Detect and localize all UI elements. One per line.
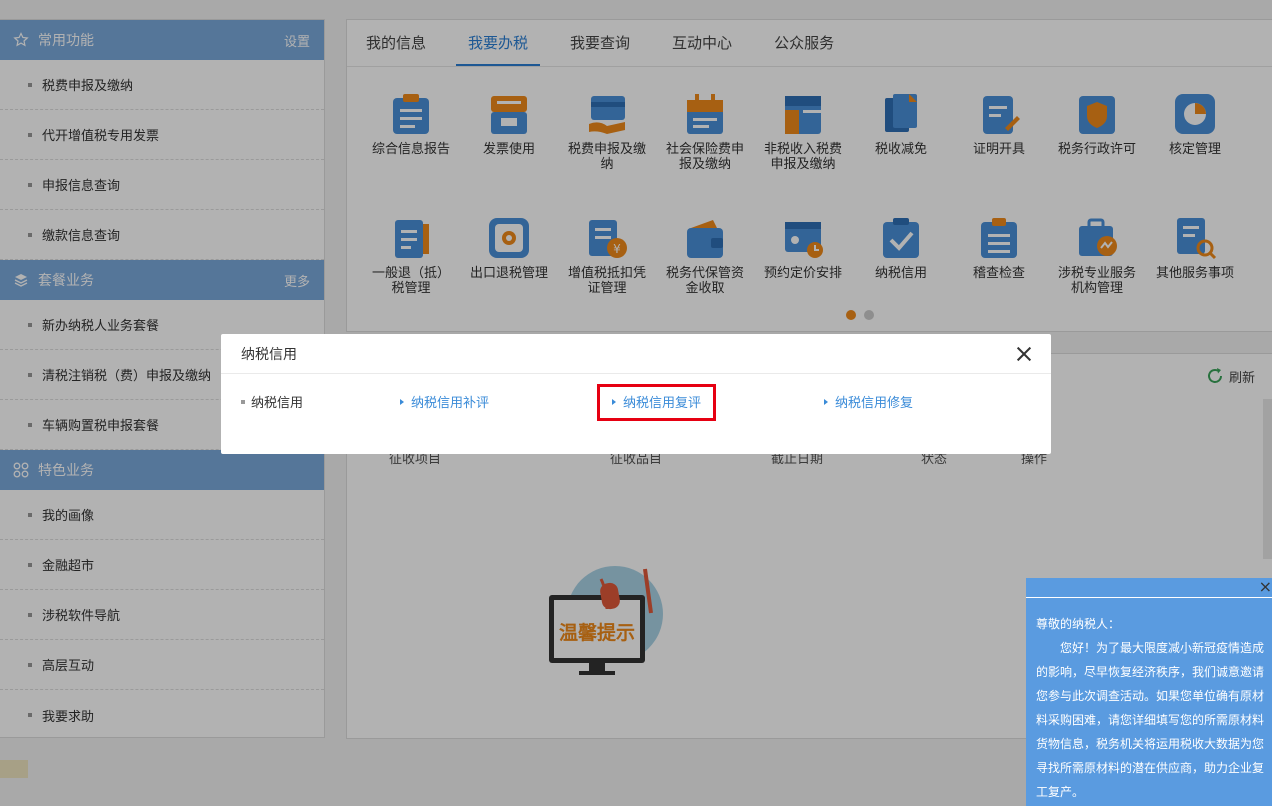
highlight-box: [597, 384, 716, 421]
bullet: [241, 399, 245, 404]
link-label: 纳税信用补评: [411, 396, 490, 411]
credit-repair-link[interactable]: 纳税信用修复: [824, 392, 913, 411]
dialog-header: 纳税信用: [221, 334, 1051, 374]
notice-greeting: 尊敬的纳税人：: [1036, 617, 1121, 631]
notice-popup: × 尊敬的纳税人： 您好！为了最大限度减小新冠疫情造成的影响，尽早恢复经济秩序，…: [1026, 578, 1272, 806]
dialog-category-label: 纳税信用: [251, 396, 304, 411]
notice-popup-body: 尊敬的纳税人： 您好！为了最大限度减小新冠疫情造成的影响，尽早恢复经济秩序，我们…: [1026, 598, 1272, 804]
link-label: 纳税信用修复: [835, 396, 914, 411]
caret-right-icon: [824, 398, 828, 405]
close-icon[interactable]: ×: [1259, 578, 1272, 596]
dialog-category: 纳税信用: [241, 392, 303, 411]
credit-dialog: 纳税信用 纳税信用 纳税信用补评 纳税信用复评 纳税信用修复: [221, 334, 1051, 454]
dialog-title: 纳税信用: [241, 346, 297, 363]
notice-text: 您好！为了最大限度减小新冠疫情造成的影响，尽早恢复经济秩序，我们诚意邀请您参与此…: [1036, 641, 1265, 799]
caret-right-icon: [400, 398, 404, 405]
notice-popup-bar: ×: [1026, 578, 1272, 598]
close-icon[interactable]: [1017, 347, 1031, 361]
credit-supplement-link[interactable]: 纳税信用补评: [400, 392, 489, 411]
